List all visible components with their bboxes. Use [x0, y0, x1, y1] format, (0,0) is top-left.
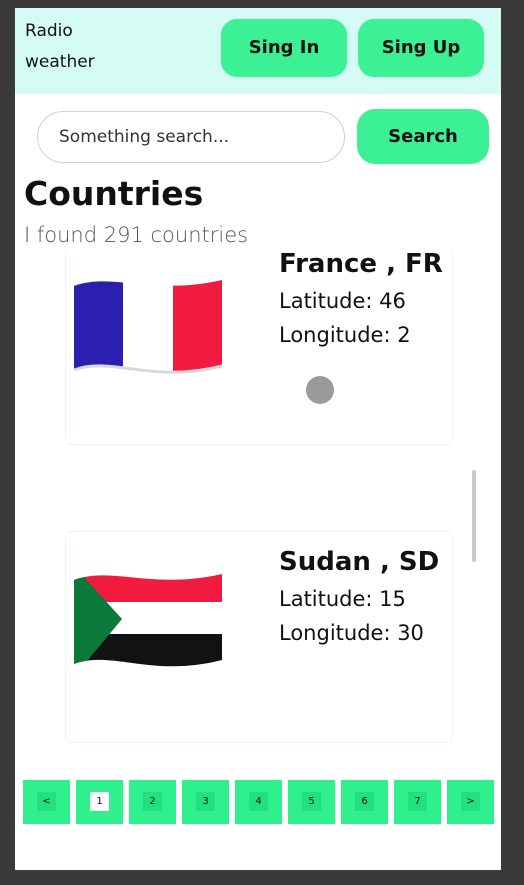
country-latitude: Latitude: 15 — [279, 587, 406, 611]
page-label: 2 — [143, 792, 162, 811]
page-button-7[interactable]: 7 — [394, 780, 441, 824]
page-label: 7 — [408, 792, 427, 811]
page-label: 4 — [249, 792, 268, 811]
country-card-france[interactable]: France , FR Latitude: 46 Longitude: 2 — [65, 253, 453, 445]
page-button-2[interactable]: 2 — [129, 780, 176, 824]
next-page-label: > — [461, 792, 480, 811]
search-button[interactable]: Search — [357, 109, 489, 164]
page-title: Countries — [24, 174, 204, 213]
prev-page-button[interactable]: < — [23, 780, 70, 824]
header-bar: Radio weather Sing In Sing Up — [15, 8, 501, 94]
sign-in-button[interactable]: Sing In — [221, 19, 347, 77]
touch-indicator-dot — [306, 376, 334, 404]
brand-line-2: weather — [25, 52, 95, 72]
sudan-flag-icon — [74, 574, 222, 667]
page-button-6[interactable]: 6 — [341, 780, 388, 824]
search-input[interactable] — [37, 111, 345, 163]
app-screen: Radio weather Sing In Sing Up Search Cou… — [15, 8, 501, 870]
sign-up-button[interactable]: Sing Up — [358, 19, 484, 77]
page-label: 6 — [355, 792, 374, 811]
country-card-sudan[interactable]: Sudan , SD Latitude: 15 Longitude: 30 — [65, 531, 453, 743]
france-flag-icon — [73, 280, 223, 374]
country-name: Sudan , SD — [279, 547, 440, 577]
page-label: 5 — [302, 792, 321, 811]
prev-page-label: < — [37, 792, 56, 811]
country-latitude: Latitude: 46 — [279, 289, 406, 313]
country-longitude: Longitude: 30 — [279, 621, 424, 645]
list-scrollbar[interactable] — [472, 470, 476, 562]
pagination: < 1 2 3 4 5 6 7 > — [23, 780, 495, 824]
page-button-3[interactable]: 3 — [182, 780, 229, 824]
page-label: 1 — [90, 792, 109, 811]
page-button-5[interactable]: 5 — [288, 780, 335, 824]
next-page-button[interactable]: > — [447, 780, 494, 824]
page-label: 3 — [196, 792, 215, 811]
country-name: France , FR — [279, 253, 443, 279]
country-list[interactable]: France , FR Latitude: 46 Longitude: 2 Su… — [15, 253, 501, 763]
page-button-1[interactable]: 1 — [76, 780, 123, 824]
results-count: I found 291 countries — [24, 223, 249, 247]
brand-line-1: Radio — [25, 21, 73, 41]
brand-logo[interactable]: Radio weather — [25, 16, 95, 78]
page-button-4[interactable]: 4 — [235, 780, 282, 824]
country-longitude: Longitude: 2 — [279, 323, 411, 347]
